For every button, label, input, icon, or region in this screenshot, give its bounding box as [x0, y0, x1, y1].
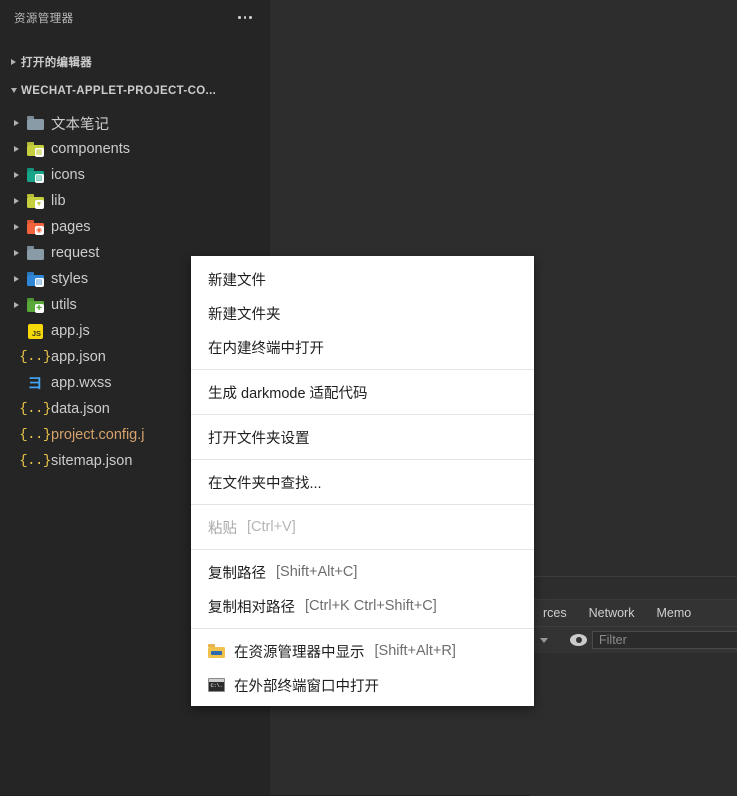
tree-item-label: icons [51, 167, 85, 183]
folder-components-icon: ▦ [24, 142, 46, 157]
json-file-icon: {..} [19, 401, 51, 417]
chevron-right-icon[interactable] [8, 224, 24, 230]
devtools-topbar [530, 577, 737, 600]
dot [249, 16, 252, 19]
tree-item-label: utils [51, 297, 77, 313]
tree-item-label: app.wxss [51, 375, 112, 391]
chevron-down-icon [6, 88, 21, 93]
menu-item[interactable]: 复制路径 [Shift+Alt+C] [191, 555, 534, 589]
tree-item-label: styles [51, 271, 89, 287]
menu-item[interactable]: 在文件夹中查找... [191, 465, 534, 499]
json-file-icon: {..} [19, 453, 51, 469]
filter-input[interactable] [592, 631, 737, 649]
menu-separator [191, 414, 534, 415]
tree-item-label: data.json [51, 401, 110, 417]
tree-item-label: 文本笔记 [51, 116, 109, 133]
tree-item-label: app.json [51, 349, 106, 365]
menu-separator [191, 549, 534, 550]
chevron-right-icon[interactable] [8, 250, 24, 256]
terminal-icon: C:\. [208, 678, 234, 692]
menu-item-label: 在文件夹中查找... [208, 475, 322, 492]
chevron-right-icon[interactable] [8, 302, 24, 308]
devtools-panel: rces Network Memo [530, 576, 737, 796]
tree-row[interactable]: ▦ components [0, 136, 270, 162]
menu-item[interactable]: 新建文件 [191, 262, 534, 296]
menu-item-label: 粘贴 [208, 520, 237, 537]
menu-item[interactable]: 在内建终端中打开 [191, 330, 534, 364]
tree-row[interactable]: ▼ lib [0, 188, 270, 214]
menu-item-label: 打开文件夹设置 [208, 430, 310, 447]
menu-item[interactable]: C:\. 在外部终端窗口中打开 [191, 668, 534, 702]
tree-item-label: components [51, 141, 130, 157]
tree-item-label: sitemap.json [51, 453, 133, 469]
devtools-content [530, 653, 737, 773]
menu-separator [191, 628, 534, 629]
page-title: 资源管理器 [14, 12, 74, 25]
chevron-right-icon[interactable] [8, 172, 24, 178]
sidebar-section-open-editors[interactable]: 打开的编辑器 [0, 50, 270, 73]
menu-item-label: 复制相对路径 [208, 599, 295, 616]
chevron-down-icon[interactable] [540, 637, 548, 643]
folder-gray-icon [24, 246, 46, 260]
chevron-right-icon[interactable] [8, 120, 24, 126]
menu-item-label: 新建文件 [208, 272, 266, 289]
menu-item-shortcut: [Ctrl+V] [247, 519, 296, 535]
section-label: WECHAT-APPLET-PROJECT-CO... [21, 84, 217, 97]
folder-lib-icon: ▼ [24, 194, 46, 209]
menu-item-label: 复制路径 [208, 565, 266, 582]
tree-item-label: project.config.j [51, 427, 145, 443]
folder-images-icon: ▧ [24, 168, 46, 183]
menu-item: 粘贴 [Ctrl+V] [191, 510, 534, 544]
menu-separator [191, 504, 534, 505]
menu-item-label: 在外部终端窗口中打开 [234, 678, 379, 695]
tree-item-label: app.js [51, 323, 90, 339]
devtools-tab[interactable]: Network [578, 600, 646, 626]
menu-item-shortcut: [Ctrl+K Ctrl+Shift+C] [305, 598, 437, 614]
tree-row[interactable]: ◉ pages [0, 214, 270, 240]
menu-item[interactable]: 新建文件夹 [191, 296, 534, 330]
menu-item-shortcut: [Shift+Alt+R] [374, 643, 456, 659]
menu-item[interactable]: 在资源管理器中显示 [Shift+Alt+R] [191, 634, 534, 668]
menu-separator [191, 369, 534, 370]
devtools-toolbar [530, 626, 737, 653]
tree-item-label: request [51, 245, 100, 261]
context-menu: 新建文件新建文件夹在内建终端中打开生成 darkmode 适配代码 打开文件夹设置… [191, 256, 534, 706]
menu-item[interactable]: 打开文件夹设置 [191, 420, 534, 454]
more-actions-icon[interactable] [234, 7, 256, 29]
dot [243, 16, 247, 19]
section-label: 打开的编辑器 [21, 56, 93, 69]
json-file-icon: {..} [19, 427, 51, 443]
chevron-right-icon[interactable] [8, 198, 24, 204]
tree-row[interactable]: ▧ icons [0, 162, 270, 188]
menu-separator [191, 459, 534, 460]
folder-css-icon: ▤ [24, 272, 46, 287]
sidebar-header: 资源管理器 [0, 0, 270, 35]
menu-item-label: 新建文件夹 [208, 306, 281, 323]
vscode-window: 资源管理器 打开的编辑器 WECHAT-APPLET-PROJECT-CO...… [0, 0, 737, 796]
devtools-tabbar: rces Network Memo [530, 600, 737, 626]
explorer-folder-icon [208, 644, 234, 658]
json-file-icon: {..} [19, 349, 51, 365]
dot [238, 16, 241, 19]
tree-item-label: lib [51, 193, 66, 209]
javascript-file-icon: JS [24, 323, 46, 339]
menu-item-label: 在内建终端中打开 [208, 340, 324, 357]
menu-item-shortcut: [Shift+Alt+C] [276, 564, 358, 580]
tree-row[interactable]: 文本笔记 [0, 110, 270, 136]
folder-gray-icon [24, 116, 46, 130]
sidebar-section-project[interactable]: WECHAT-APPLET-PROJECT-CO... [0, 79, 270, 102]
tree-item-label: pages [51, 219, 91, 235]
chevron-right-icon[interactable] [8, 276, 24, 282]
folder-tools-icon: ✚ [24, 298, 46, 313]
menu-item-label: 生成 darkmode 适配代码 [208, 385, 368, 402]
chevron-right-icon [6, 58, 21, 65]
menu-item[interactable]: 复制相对路径 [Ctrl+K Ctrl+Shift+C] [191, 589, 534, 623]
menu-item-label: 在资源管理器中显示 [234, 644, 365, 661]
menu-item[interactable]: 生成 darkmode 适配代码 [191, 375, 534, 409]
devtools-tab[interactable]: Memo [645, 600, 702, 626]
wxss-file-icon: ヨ [27, 373, 43, 392]
chevron-right-icon[interactable] [8, 146, 24, 152]
folder-pages-icon: ◉ [24, 220, 46, 235]
devtools-tab[interactable]: rces [532, 600, 578, 626]
